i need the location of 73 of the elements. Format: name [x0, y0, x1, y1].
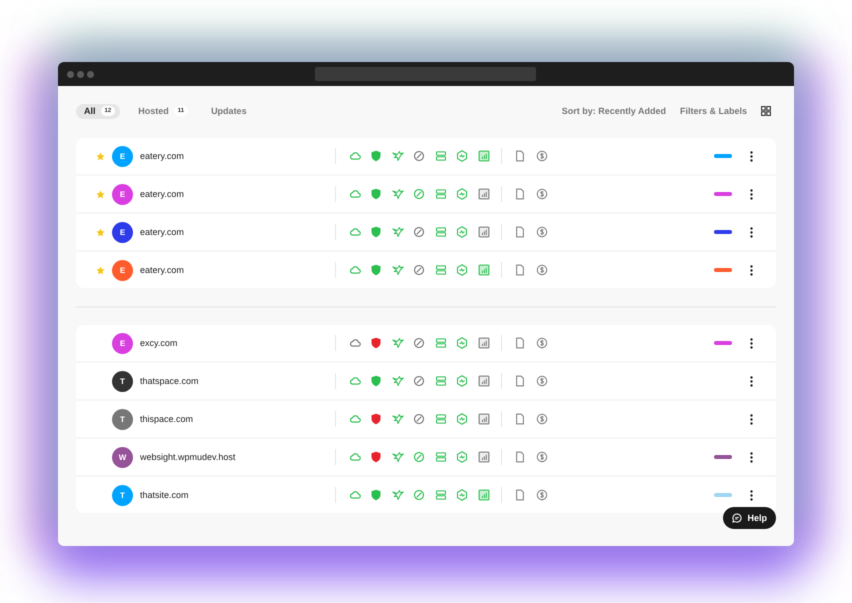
star-icon[interactable] [96, 266, 104, 274]
kebab-icon [750, 452, 752, 462]
site-name[interactable]: websight.wpmudev.host [140, 452, 335, 462]
kebab-icon [750, 264, 752, 276]
more-options-button[interactable] [748, 263, 754, 277]
site-avatar: T [112, 370, 133, 392]
dollar-icon [536, 150, 548, 162]
site-avatar: T [112, 484, 133, 506]
site-row[interactable]: E eatery.com [76, 174, 776, 212]
dollar-icon [536, 375, 548, 387]
site-name[interactable]: eatery.com [140, 189, 335, 199]
site-avatar: E [112, 260, 133, 280]
site-name[interactable]: thatsite.com [140, 490, 335, 500]
document-icon [514, 413, 526, 425]
site-name[interactable]: thispace.com [140, 414, 335, 424]
site-name[interactable]: thatspace.com [140, 376, 335, 386]
more-options-button[interactable] [748, 187, 754, 201]
star-icon[interactable] [96, 190, 104, 198]
more-options-button[interactable] [748, 225, 754, 239]
filters-button[interactable]: Filters & Labels [680, 106, 747, 116]
document-icon [514, 375, 526, 387]
filter-tab[interactable]: Updates [203, 104, 252, 118]
kebab-icon [750, 188, 752, 200]
dollar-icon [536, 226, 548, 238]
site-name[interactable]: excy.com [140, 338, 335, 348]
document-icon [514, 264, 526, 276]
kebab-icon [750, 414, 752, 424]
site-avatar: E [112, 332, 133, 354]
site-row[interactable]: E eatery.com [76, 138, 776, 174]
dollar-icon [536, 264, 548, 276]
site-name[interactable]: eatery.com [140, 151, 335, 161]
site-row[interactable]: W websight.wpmudev.host [76, 437, 776, 475]
dollar-icon [536, 451, 548, 463]
help-button[interactable]: Help [723, 507, 776, 529]
dollar-icon [536, 489, 548, 501]
site-row[interactable]: T thatspace.com [76, 361, 776, 399]
chat-icon [732, 513, 742, 523]
site-row[interactable]: E eatery.com [76, 250, 776, 288]
more-options-button[interactable] [748, 336, 754, 350]
kebab-icon [750, 226, 752, 238]
more-options-button[interactable] [748, 149, 754, 163]
more-options-button[interactable] [748, 488, 754, 502]
kebab-icon [750, 150, 752, 162]
kebab-icon [750, 490, 752, 500]
kebab-icon [750, 338, 752, 348]
site-row[interactable]: E eatery.com [76, 212, 776, 250]
document-icon [514, 489, 526, 501]
site-avatar: E [112, 222, 133, 242]
kebab-icon [750, 376, 752, 386]
dollar-icon [536, 413, 548, 425]
site-row[interactable]: T thispace.com [76, 399, 776, 437]
site-avatar: E [112, 146, 133, 166]
document-icon [514, 188, 526, 200]
document-icon [514, 337, 526, 349]
site-name[interactable]: eatery.com [140, 265, 335, 275]
window-controls-icon[interactable] [67, 70, 94, 78]
more-options-button[interactable] [748, 450, 754, 464]
site-avatar: W [112, 446, 133, 468]
document-icon [514, 226, 526, 238]
sort-button[interactable]: Sort by: Recently Added [562, 106, 666, 116]
dollar-icon [536, 337, 548, 349]
document-icon [514, 150, 526, 162]
site-avatar: T [112, 408, 133, 430]
more-options-button[interactable] [748, 374, 754, 388]
star-icon[interactable] [96, 152, 104, 160]
star-icon[interactable] [96, 228, 104, 236]
site-name[interactable]: eatery.com [140, 227, 335, 237]
site-row[interactable]: E excy.com [76, 325, 776, 361]
site-avatar: E [112, 184, 133, 204]
dollar-icon [536, 188, 548, 200]
more-options-button[interactable] [748, 412, 754, 426]
document-icon [514, 451, 526, 463]
grid-view-icon[interactable] [761, 106, 771, 116]
